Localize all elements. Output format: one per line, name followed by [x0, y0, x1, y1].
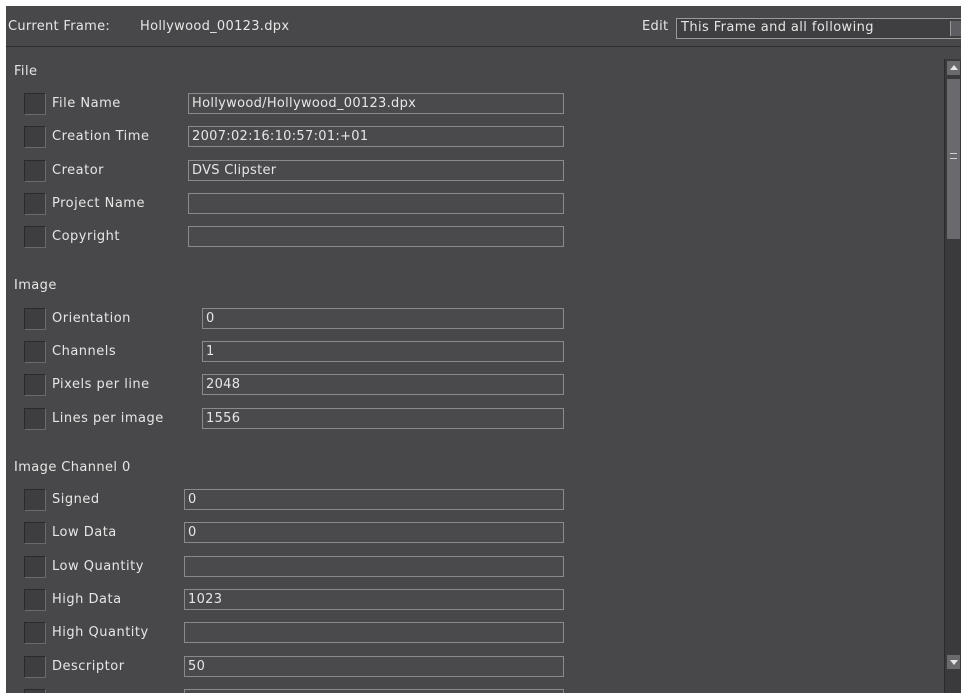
low-data-field[interactable]: 0	[184, 522, 564, 543]
project-name-field[interactable]	[188, 193, 564, 214]
header-bar: Current Frame: Hollywood_00123.dpx Edit …	[6, 6, 961, 47]
grip-icon	[950, 153, 957, 159]
file-name-field[interactable]: Hollywood/Hollywood_00123.dpx	[188, 93, 564, 114]
signed-checkbox[interactable]	[24, 489, 46, 511]
creation-time-checkbox[interactable]	[24, 126, 46, 148]
descriptor-label: Descriptor	[52, 659, 125, 674]
section-title-image-channel-0: Image Channel 0	[14, 460, 131, 475]
orientation-field[interactable]: 0	[202, 308, 564, 329]
descriptor-field[interactable]: 50	[184, 656, 564, 677]
pixels-per-line-label: Pixels per line	[52, 377, 150, 392]
creation-time-label: Creation Time	[52, 129, 150, 144]
orientation-label: Orientation	[52, 311, 131, 326]
section-title-file: File	[14, 64, 38, 79]
current-frame-value: Hollywood_00123.dpx	[140, 19, 290, 34]
high-data-checkbox[interactable]	[24, 589, 46, 611]
creation-time-field[interactable]: 2007:02:16:10:57:01:+01	[188, 126, 564, 147]
orientation-checkbox[interactable]	[24, 308, 46, 330]
project-name-label: Project Name	[52, 196, 145, 211]
high-quantity-checkbox[interactable]	[24, 622, 46, 644]
low-data-checkbox[interactable]	[24, 522, 46, 544]
project-name-checkbox[interactable]	[24, 193, 46, 215]
edit-scope-select[interactable]: This Frame and all following	[676, 18, 961, 39]
copyright-checkbox[interactable]	[24, 226, 46, 248]
high-quantity-field[interactable]	[184, 622, 564, 643]
edit-label: Edit	[642, 19, 669, 34]
scroll-down-icon[interactable]	[947, 655, 960, 669]
lines-per-image-field[interactable]: 1556	[202, 408, 564, 429]
high-data-field[interactable]: 1023	[184, 589, 564, 610]
file-name-label: File Name	[52, 96, 121, 111]
channels-checkbox[interactable]	[24, 341, 46, 363]
low-quantity-checkbox[interactable]	[24, 556, 46, 578]
high-data-label: High Data	[52, 592, 122, 607]
channels-label: Channels	[52, 344, 117, 359]
partial-row-checkbox[interactable]	[24, 689, 46, 693]
vertical-scrollbar[interactable]	[944, 59, 961, 693]
signed-label: Signed	[52, 492, 100, 507]
section-title-image: Image	[14, 278, 57, 293]
edit-scope-value: This Frame and all following	[681, 20, 874, 35]
file-name-checkbox[interactable]	[24, 93, 46, 115]
lines-per-image-label: Lines per image	[52, 411, 164, 426]
low-quantity-label: Low Quantity	[52, 559, 144, 574]
partial-row-field[interactable]	[184, 689, 564, 693]
metadata-panel: Current Frame: Hollywood_00123.dpx Edit …	[6, 6, 961, 693]
pixels-per-line-checkbox[interactable]	[24, 374, 46, 396]
creator-label: Creator	[52, 163, 104, 178]
high-quantity-label: High Quantity	[52, 625, 149, 640]
lines-per-image-checkbox[interactable]	[24, 408, 46, 430]
current-frame-label: Current Frame:	[8, 19, 111, 34]
scroll-up-icon[interactable]	[947, 61, 960, 75]
creator-field[interactable]: DVS Clipster	[188, 160, 564, 181]
chevron-down-icon[interactable]	[950, 21, 961, 36]
copyright-label: Copyright	[52, 229, 121, 244]
descriptor-checkbox[interactable]	[24, 656, 46, 678]
low-data-label: Low Data	[52, 525, 117, 540]
creator-checkbox[interactable]	[24, 160, 46, 182]
scroll-thumb[interactable]	[947, 79, 960, 239]
pixels-per-line-field[interactable]: 2048	[202, 374, 564, 395]
signed-field[interactable]: 0	[184, 489, 564, 510]
channels-field[interactable]: 1	[202, 341, 564, 362]
copyright-field[interactable]	[188, 226, 564, 247]
low-quantity-field[interactable]	[184, 556, 564, 577]
